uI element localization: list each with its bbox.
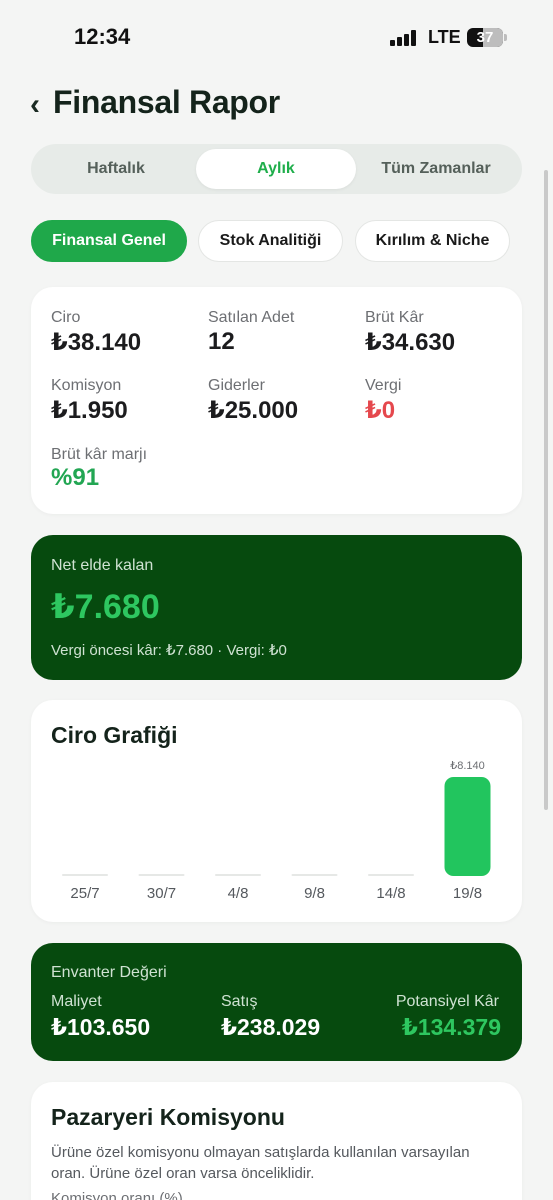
battery-nub bbox=[504, 34, 507, 41]
page-title: Finansal Rapor bbox=[53, 84, 280, 120]
chart-bar bbox=[368, 874, 414, 876]
signal-icon bbox=[390, 30, 418, 46]
chart-bar bbox=[215, 874, 261, 876]
tab-tum-zamanlar[interactable]: Tüm Zamanlar bbox=[356, 149, 516, 189]
battery-level: 37 bbox=[476, 29, 494, 46]
chart-bar bbox=[138, 874, 185, 876]
scrollbar[interactable] bbox=[544, 170, 548, 810]
komisyon-value: ₺1.950 bbox=[51, 397, 128, 424]
chart-bar bbox=[444, 777, 491, 876]
net-value: ₺7.680 bbox=[51, 588, 160, 626]
komisyon-card: Pazaryeri Komisyonu Ürüne özel komisyonu… bbox=[31, 1082, 522, 1200]
battery-icon: 37 bbox=[467, 28, 503, 47]
net-card: Net elde kalan ₺7.680 Vergi öncesi kâr: … bbox=[31, 535, 522, 680]
back-icon[interactable]: ‹ bbox=[30, 90, 40, 120]
chart-x-tick-label: 19/8 bbox=[453, 885, 482, 902]
net-subtext: Vergi öncesi kâr: ₺7.680 · Vergi: ₺0 bbox=[51, 642, 287, 659]
tab-aylik[interactable]: Aylık bbox=[196, 149, 356, 189]
adet-value: 12 bbox=[208, 328, 235, 355]
inventory-card: Envanter Değeri Maliyet ₺103.650 Satış ₺… bbox=[31, 943, 522, 1061]
summary-card: Ciro ₺38.140 Satılan Adet 12 Brüt Kâr ₺3… bbox=[31, 287, 522, 514]
network-label: LTE bbox=[428, 27, 461, 47]
maliyet-label: Maliyet bbox=[51, 993, 102, 1010]
ciro-label: Ciro bbox=[51, 309, 81, 326]
vergi-label: Vergi bbox=[365, 377, 402, 394]
chart-bar bbox=[291, 874, 338, 876]
brut-kar-value: ₺34.630 bbox=[365, 329, 456, 356]
status-bar: 12:34 LTE 37 bbox=[0, 0, 553, 76]
chart-x-tick-label: 9/8 bbox=[304, 885, 325, 902]
komisyon-label: Komisyon bbox=[51, 377, 122, 394]
tab-stok-analitigi[interactable]: Stok Analitiği bbox=[198, 220, 343, 262]
ciro-chart: 25/7 30/7 4/8 9/8 14/8 ₺8.140 19/8 bbox=[62, 760, 491, 902]
potansiyel-kar-label: Potansiyel Kâr bbox=[395, 993, 499, 1010]
brut-kar-label: Brüt Kâr bbox=[365, 309, 424, 326]
chart-data-label: ₺8.140 bbox=[450, 760, 485, 772]
giderler-value: ₺25.000 bbox=[208, 397, 299, 424]
maliyet-value: ₺103.650 bbox=[51, 1014, 151, 1040]
net-label: Net elde kalan bbox=[51, 557, 154, 574]
status-time: 12:34 bbox=[74, 24, 131, 49]
ciro-value: ₺38.140 bbox=[51, 329, 142, 356]
marj-value: %91 bbox=[51, 464, 100, 491]
chart-x-tick-label: 25/7 bbox=[70, 885, 99, 902]
marj-label: Brüt kâr marjı bbox=[51, 446, 148, 463]
satis-value: ₺238.029 bbox=[221, 1014, 321, 1040]
giderler-label: Giderler bbox=[208, 377, 265, 394]
komisyon-description: Ürüne özel komisyonu olmayan satışlarda … bbox=[51, 1144, 470, 1182]
period-segmented-control: Haftalık Aylık Tüm Zamanlar bbox=[31, 144, 522, 194]
tab-haftalik[interactable]: Haftalık bbox=[36, 149, 196, 189]
tab-finansal-genel[interactable]: Finansal Genel bbox=[31, 220, 187, 262]
chart-x-tick-label: 30/7 bbox=[147, 885, 176, 902]
tab-kirilim-niche[interactable]: Kırılım & Niche bbox=[355, 220, 510, 262]
inventory-title: Envanter Değeri bbox=[51, 964, 167, 981]
chart-x-tick-label: 14/8 bbox=[376, 885, 405, 902]
komisyon-field-label: Komisyon oranı (%) bbox=[51, 1190, 183, 1200]
chart-card: Ciro Grafiği 25/7 30/7 4/8 9/8 14/8 ₺8.140 19/… bbox=[31, 700, 522, 922]
adet-label: Satılan Adet bbox=[208, 309, 295, 326]
satis-label: Satış bbox=[221, 993, 258, 1010]
potansiyel-kar-value: ₺134.379 bbox=[401, 1014, 501, 1040]
chart-bar bbox=[62, 874, 108, 876]
vergi-value: ₺0 bbox=[365, 397, 396, 424]
komisyon-title: Pazaryeri Komisyonu bbox=[51, 1104, 285, 1130]
chart-x-tick-label: 4/8 bbox=[228, 885, 249, 902]
